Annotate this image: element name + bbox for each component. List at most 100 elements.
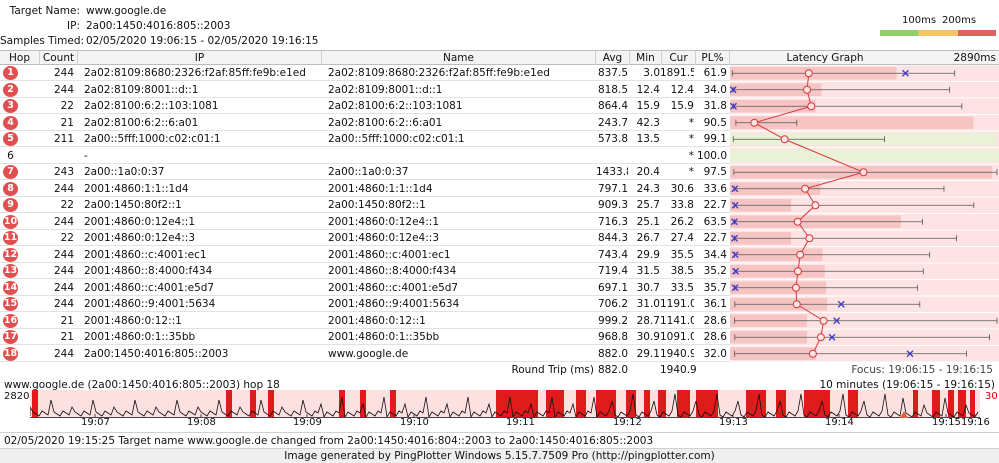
cell-name: 2001:4860::8:4000:f434 xyxy=(328,265,457,277)
hop-number: 7 xyxy=(3,165,18,179)
average-latency-point xyxy=(805,234,814,243)
table-row[interactable]: 16 21 2001:4860:0:12::1 2001:4860:0:12::1 99… xyxy=(0,313,730,329)
col-min[interactable]: Min xyxy=(630,51,662,65)
packet-loss-band xyxy=(339,390,345,418)
cell-cur: 12.4 xyxy=(670,83,694,96)
cell-cur: 27.4 xyxy=(670,232,694,244)
average-latency-point xyxy=(811,201,820,210)
table-row[interactable]: 17 21 2001:4860:0:1::35bb 2001:4860:0:1::35… xyxy=(0,329,730,345)
hop-number: 4 xyxy=(3,115,18,130)
table-row[interactable]: 11 22 2001:4860:0:12e4::3 2001:4860:0:12e4:… xyxy=(0,230,730,246)
cell-avg: 909.3 xyxy=(597,199,628,211)
table-row[interactable]: 5 211 2a00::5fff:1000:c02:c01:1 2a00::5fff:… xyxy=(0,131,730,147)
latency-graph[interactable] xyxy=(730,65,999,362)
hop-number: 12 xyxy=(3,247,18,262)
cell-min: 13.5 xyxy=(636,133,660,145)
table-header: Hop Count IP Name Avg Min Cur PL% Latenc… xyxy=(0,50,999,65)
cell-pl: 22.7 xyxy=(703,232,727,244)
cell-count: 22 xyxy=(60,199,74,211)
cell-pl: 99.1 xyxy=(703,133,727,145)
cell-cur: 30.6 xyxy=(670,182,694,195)
cell-count: 243 xyxy=(53,166,74,178)
col-name[interactable]: Name xyxy=(322,51,596,65)
cell-ip: 2001:4860::c:4001:e5d7 xyxy=(84,281,215,294)
summary-header: Target Name: www.google.de IP: 2a00:1450… xyxy=(0,0,999,50)
hop-number: 13 xyxy=(3,264,18,278)
table-row[interactable]: 3 22 2a02:8100:6:2::103:1081 2a02:8100:6:2:… xyxy=(0,98,730,114)
table-row[interactable]: 15 244 2001:4860::9:4001:5634 2001:4860::9:… xyxy=(0,296,730,312)
average-latency-point xyxy=(803,85,812,94)
packet-loss-band xyxy=(848,390,858,418)
average-latency-point xyxy=(807,102,816,111)
cell-pl: 90.5 xyxy=(703,116,727,129)
cell-cur: 1940.9 xyxy=(660,347,694,360)
table-row[interactable]: 8 244 2001:4860:1:1::1d4 2001:4860:1:1::1d4… xyxy=(0,181,730,197)
timeline-chart[interactable] xyxy=(30,390,980,418)
table-row[interactable]: 4 21 2a02:8100:6:2::6:a01 2a02:8100:6:2::6:… xyxy=(0,115,730,131)
cell-name: 2a02:8109:8001::d::1 xyxy=(328,83,443,96)
cell-ip: 2a02:8100:6:2::103:1081 xyxy=(84,100,219,112)
table-row[interactable]: 9 22 2a00:1450:80f2::1 2a00:1450:80f2::1 909… xyxy=(0,197,730,213)
cell-ip: 2001:4860:0:12e4::3 xyxy=(84,232,195,244)
cell-name: 2a02:8109:8680:2326:f2af:85ff:fe9b:e1ed xyxy=(328,67,550,79)
cell-ip: 2a00:1450:80f2::1 xyxy=(84,199,182,211)
hop-number: 6 xyxy=(7,149,14,162)
table-row[interactable]: 14 244 2001:4860::c:4001:e5d7 2001:4860::c:… xyxy=(0,280,730,296)
table-row[interactable]: 10 244 2001:4860:0:12e4::1 2001:4860:0:12e4… xyxy=(0,214,730,230)
timeline-tick-label: 19:15 xyxy=(932,417,961,428)
table-row[interactable]: 18 244 2a00:1450:4016:805::2003 www.google.… xyxy=(0,346,730,362)
hop-number: 8 xyxy=(3,181,18,196)
cell-name: 2001:4860:1:1::1d4 xyxy=(328,182,433,195)
cell-name: 2a00::5fff:1000:c02:c01:1 xyxy=(328,133,465,145)
cell-pl: 32.0 xyxy=(703,347,727,360)
col-ip[interactable]: IP xyxy=(78,51,322,65)
timeline-tick-label: 19:08 xyxy=(187,417,216,428)
cell-min: 12.4 xyxy=(636,83,660,96)
table-row[interactable]: 6 - * 100.0 xyxy=(0,148,730,164)
average-latency-point xyxy=(808,349,817,358)
table-row[interactable]: 1 244 2a02:8109:8680:2326:f2af:85ff:fe9b:e… xyxy=(0,65,730,81)
cell-cur: 1141.0 xyxy=(660,314,694,327)
scale-bar-good xyxy=(880,30,918,36)
cell-cur: * xyxy=(688,116,694,129)
cell-count: 244 xyxy=(53,182,74,195)
cell-pl: 35.2 xyxy=(703,265,727,277)
col-latency-graph[interactable]: Latency Graph xyxy=(730,51,920,65)
hop-number: 14 xyxy=(3,280,18,295)
cell-count: 21 xyxy=(60,314,74,327)
cell-min: 15.9 xyxy=(636,100,660,112)
col-avg[interactable]: Avg xyxy=(596,51,630,65)
average-latency-point xyxy=(819,316,828,325)
average-latency-point xyxy=(780,135,789,144)
cell-ip: 2a00:1450:4016:805::2003 xyxy=(84,347,229,360)
cell-name: 2a00:1450:80f2::1 xyxy=(328,199,426,211)
round-trip-cur: 1940.9 xyxy=(660,364,697,376)
col-hop[interactable]: Hop xyxy=(0,51,40,65)
cell-avg: 243.7 xyxy=(597,116,628,129)
cell-count: 244 xyxy=(53,83,74,96)
cell-cur: 1091.0 xyxy=(660,331,694,343)
cell-ip: 2a00::1a0:0:37 xyxy=(84,166,165,178)
col-pl[interactable]: PL% xyxy=(696,51,730,65)
table-row[interactable]: 12 244 2001:4860::c:4001:ec1 2001:4860::c:4… xyxy=(0,247,730,263)
cell-pl: 35.7 xyxy=(703,281,727,294)
col-cur[interactable]: Cur xyxy=(662,51,696,65)
cell-ip: 2001:4860::c:4001:ec1 xyxy=(84,248,207,261)
cell-ip: 2a02:8100:6:2::6:a01 xyxy=(84,116,199,129)
target-name-label: Target Name: xyxy=(9,5,80,17)
cell-avg: 968.8 xyxy=(597,331,628,343)
cell-min: 42.3 xyxy=(636,116,660,129)
table-row[interactable]: 13 244 2001:4860::8:4000:f434 2001:4860::8:… xyxy=(0,263,730,279)
table-row[interactable]: 2 244 2a02:8109:8001::d::1 2a02:8109:8001::… xyxy=(0,82,730,98)
average-latency-point xyxy=(796,250,805,259)
col-count[interactable]: Count xyxy=(40,51,78,65)
cell-avg: 697.1 xyxy=(597,281,628,294)
cell-name: 2001:4860:0:1::35bb xyxy=(328,331,440,343)
cell-count: 244 xyxy=(53,265,74,277)
target-name-value: www.google.de xyxy=(86,5,167,17)
cell-ip: 2001:4860:0:12::1 xyxy=(84,314,182,327)
timeline-axis: 19:07 19:08 19:09 19:10 19:11 19:12 19:13 19:14… xyxy=(30,417,990,429)
focus-range: Focus: 19:06:15 - 19:16:15 xyxy=(851,364,993,376)
cell-min: 20.4 xyxy=(636,166,660,178)
table-row[interactable]: 7 243 2a00::1a0:0:37 2a00::1a0:0:37 1433.8 20… xyxy=(0,164,730,180)
